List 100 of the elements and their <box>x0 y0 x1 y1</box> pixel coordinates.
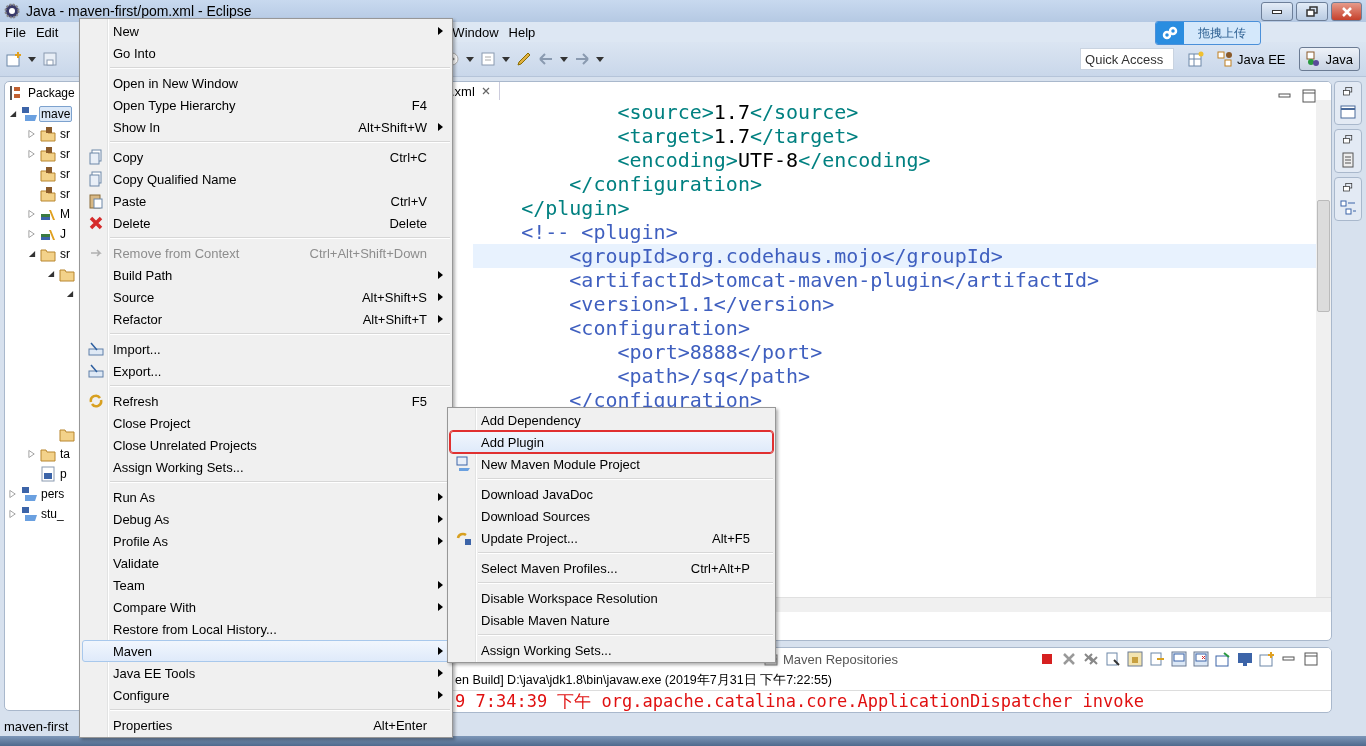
dropdown-caret-icon <box>596 56 604 62</box>
menu-item[interactable]: Assign Working Sets... <box>82 456 450 478</box>
menu-item[interactable]: Source Alt+Shift+S <box>82 286 450 308</box>
folder-icon <box>40 246 56 262</box>
menu-item[interactable]: Build Path <box>82 264 450 286</box>
menu-item[interactable]: Add Dependency <box>450 409 773 431</box>
menu-item[interactable]: New <box>82 20 450 42</box>
tree-item[interactable]: pers <box>39 486 67 502</box>
panel-tab[interactable]: Package <box>28 86 75 100</box>
menu-title[interactable]: Edit <box>30 24 64 40</box>
task-list-icon <box>1340 152 1356 168</box>
menu-item[interactable]: Export... <box>82 360 450 382</box>
menu-item[interactable]: Show In Alt+Shift+W <box>82 116 450 138</box>
submenu-arrow-icon <box>436 668 444 678</box>
close-icon <box>1341 6 1352 17</box>
menu-item[interactable]: Restore from Local History... <box>82 618 450 640</box>
restore-icon <box>1306 6 1318 17</box>
submenu-arrow-icon <box>436 514 444 524</box>
vertical-scrollbar[interactable] <box>1316 100 1331 597</box>
code-line: <version>1.1</version> <box>568 292 836 316</box>
project-icon <box>21 506 37 522</box>
menu-item[interactable]: Download JavaDoc <box>450 483 773 505</box>
menu-item[interactable]: Update Project... Alt+F5 <box>450 527 773 549</box>
refresh-icon <box>88 393 104 409</box>
code-line: </configuration> <box>568 388 763 412</box>
tree-item[interactable]: sr <box>58 126 72 142</box>
stop-icon[interactable] <box>1039 651 1055 667</box>
minimize-icon <box>1272 9 1282 14</box>
folder-icon <box>59 426 75 442</box>
menu-item[interactable]: Disable Maven Nature <box>450 609 773 631</box>
scroll-lock-icon[interactable] <box>1127 651 1143 667</box>
collapsed-twisty-icon <box>28 449 36 459</box>
menu-item[interactable]: Java EE Tools <box>82 662 450 684</box>
menu-item[interactable]: Configure <box>82 684 450 706</box>
copy-icon <box>88 171 104 187</box>
clear-console-icon[interactable] <box>1105 651 1121 667</box>
menu-item[interactable]: Go Into <box>82 42 450 64</box>
menu-item[interactable]: New Maven Module Project <box>450 453 773 475</box>
upload-button[interactable]: 拖拽上传 <box>1155 21 1261 45</box>
menu-item[interactable]: Assign Working Sets... <box>450 639 773 661</box>
menu-item[interactable]: Close Unrelated Projects <box>82 434 450 456</box>
package-folder-icon <box>40 186 56 202</box>
restore-button[interactable] <box>1296 2 1328 21</box>
submenu-arrow-icon <box>436 646 444 656</box>
menu-item[interactable]: Profile As <box>82 530 450 552</box>
tree-item[interactable]: J <box>58 226 68 242</box>
minimize-button[interactable] <box>1261 2 1293 21</box>
tree-item[interactable]: stu_ <box>39 506 66 522</box>
open-file-icon <box>480 51 496 67</box>
menu-item[interactable]: Validate <box>82 552 450 574</box>
menu-title[interactable]: File <box>0 24 31 40</box>
quick-access-field[interactable]: Quick Access <box>1080 48 1175 70</box>
tree-item[interactable]: p <box>58 466 69 482</box>
perspective-button[interactable]: Java <box>1298 47 1360 71</box>
menu-item[interactable]: Close Project <box>82 412 450 434</box>
perspective-button[interactable]: Java EE <box>1210 47 1293 71</box>
show-error-icon[interactable] <box>1193 651 1209 667</box>
tree-item[interactable]: ta <box>58 446 72 462</box>
tree-item[interactable]: mave <box>39 106 73 122</box>
tree-item[interactable]: sr <box>58 246 72 262</box>
paste-icon <box>88 193 104 209</box>
close-button[interactable] <box>1331 2 1362 21</box>
tree-item[interactable]: sr <box>58 186 72 202</box>
display-icon[interactable] <box>1237 651 1253 667</box>
tree-item[interactable]: sr <box>58 166 72 182</box>
pin-icon[interactable] <box>1215 651 1231 667</box>
dropdown-caret-icon <box>502 56 510 62</box>
export-icon <box>88 363 104 379</box>
menu-title[interactable]: Help <box>503 24 541 40</box>
menu-item[interactable]: Disable Workspace Resolution <box>450 587 773 609</box>
expanded-twisty-icon <box>47 270 55 278</box>
menu-item[interactable]: Add Plugin <box>450 431 773 453</box>
menu-item[interactable]: Delete Delete <box>82 212 450 234</box>
menu-item[interactable]: Refactor Alt+Shift+T <box>82 308 450 330</box>
menu-item[interactable]: Paste Ctrl+V <box>82 190 450 212</box>
menu-item[interactable]: Copy Qualified Name <box>82 168 450 190</box>
menu-item[interactable]: Open Type Hierarchy F4 <box>82 94 450 116</box>
menu-item[interactable]: Copy Ctrl+C <box>82 146 450 168</box>
menu-item[interactable]: Open in New Window <box>82 72 450 94</box>
tree-item[interactable]: sr <box>58 146 72 162</box>
show-console-icon[interactable] <box>1171 651 1187 667</box>
submenu-arrow-icon <box>436 492 444 502</box>
menu-item[interactable]: Download Sources <box>450 505 773 527</box>
new-console-icon[interactable] <box>1259 651 1275 667</box>
dropdown-caret-icon <box>560 56 568 62</box>
menu-item[interactable]: Run As <box>82 486 450 508</box>
java-icon <box>1305 51 1322 67</box>
word-wrap-icon[interactable] <box>1149 651 1165 667</box>
tree-item[interactable]: M <box>58 206 72 222</box>
package-folder-icon <box>40 126 56 142</box>
menu-item[interactable]: Select Maven Profiles... Ctrl+Alt+P <box>450 557 773 579</box>
menu-item[interactable]: Refresh F5 <box>82 390 450 412</box>
menu-item[interactable]: Import... <box>82 338 450 360</box>
submenu-arrow-icon <box>436 314 444 324</box>
menu-item[interactable]: Compare With <box>82 596 450 618</box>
menu-item[interactable]: Debug As <box>82 508 450 530</box>
menu-item[interactable]: Maven <box>82 640 450 662</box>
menu-item[interactable]: Team <box>82 574 450 596</box>
menu-item[interactable]: Properties Alt+Enter <box>82 714 450 736</box>
remove-all-icon[interactable] <box>1083 651 1099 667</box>
